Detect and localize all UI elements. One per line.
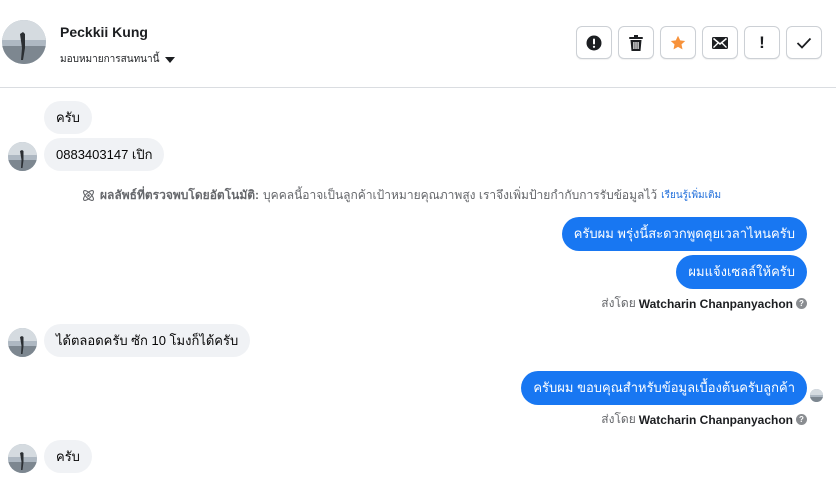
message-bubble-incoming[interactable]: ครับ (44, 440, 92, 473)
sent-by-prefix: ส่งโดย (601, 296, 636, 310)
follow-up-button[interactable]: ! (744, 26, 780, 59)
message-bubble-outgoing[interactable]: ผมแจ้งเซลล์ให้ครับ (676, 255, 807, 289)
message-bubble-incoming[interactable]: 0883403147 เปิก (44, 138, 165, 171)
learn-more-link[interactable]: เรียนรู้เพิ่มเติม (661, 188, 721, 203)
caret-down-icon (165, 56, 176, 63)
mark-unread-button[interactable] (702, 26, 738, 59)
conversation-header: Peckkii Kung มอบหมายการสนทนานี้ ! (0, 0, 836, 88)
sender-name: Watcharin Chanpanyachon (638, 412, 793, 427)
message-bubble-outgoing[interactable]: ครับผม พรุ่งนี้สะดวกพูดคุยเวลาไหนครับ (561, 217, 807, 251)
sender-avatar[interactable] (8, 142, 37, 171)
sent-by-prefix: ส่งโดย (601, 412, 636, 426)
contact-avatar[interactable] (2, 20, 46, 64)
trash-icon (629, 34, 643, 51)
notice-title: ผลลัพธ์ที่ตรวจพบโดยอัตโนมัติ: (100, 188, 260, 202)
atom-icon (82, 189, 95, 202)
auto-detect-notice: ผลลัพธ์ที่ตรวจพบโดยอัตโนมัติ: บุคคลนี้อา… (81, 186, 721, 205)
contact-name[interactable]: Peckkii Kung (60, 24, 148, 40)
assign-label: มอบหมายการสนทนานี้ (60, 54, 160, 65)
help-icon[interactable]: ? (796, 298, 807, 309)
alert-circle-icon (586, 35, 602, 50)
delete-button[interactable] (618, 26, 654, 59)
mark-spam-button[interactable] (576, 26, 612, 59)
check-icon (796, 37, 812, 49)
mark-done-button[interactable] (786, 26, 822, 59)
follow-up-label: ! (759, 32, 765, 52)
message-bubble-incoming[interactable]: ได้ตลอดครับ ซัก 10 โมงก็ได้ครับ (44, 324, 251, 357)
sent-by-label: ส่งโดย Watcharin Chanpanyachon ? (601, 410, 807, 429)
sender-avatar[interactable] (8, 328, 37, 357)
notice-body: บุคคลนี้อาจเป็นลูกค้าเป้าหมายคุณภาพสูง เ… (263, 188, 658, 202)
message-bubble-outgoing[interactable]: ครับผม ขอบคุณสำหรับข้อมูลเบื้องต้นครับลู… (521, 371, 807, 405)
sent-by-label: ส่งโดย Watcharin Chanpanyachon ? (601, 294, 807, 313)
assign-conversation-dropdown[interactable]: มอบหมายการสนทนานี้ (60, 52, 176, 67)
sender-name: Watcharin Chanpanyachon (638, 296, 793, 311)
sender-avatar[interactable] (8, 444, 37, 473)
star-button[interactable] (660, 26, 696, 59)
help-icon[interactable]: ? (796, 414, 807, 425)
seen-avatar (810, 389, 823, 402)
action-toolbar: ! (576, 26, 822, 59)
envelope-icon (712, 36, 728, 49)
star-icon (670, 35, 686, 49)
message-bubble-incoming[interactable]: ครับ (44, 101, 92, 134)
